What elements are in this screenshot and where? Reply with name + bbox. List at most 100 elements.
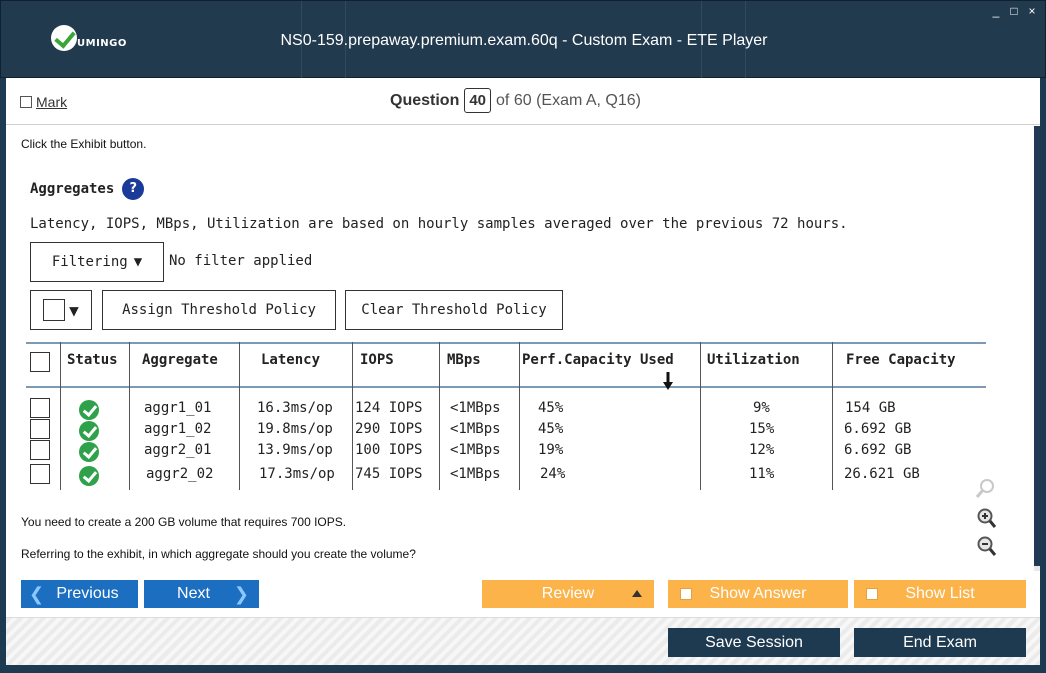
cell-iops: 124 IOPS	[355, 400, 423, 416]
show-answer-checkbox[interactable]	[680, 588, 692, 600]
question-content: Click the Exhibit button. Aggregates ? L…	[6, 126, 1034, 571]
cell-mbps: <1MBps	[450, 421, 501, 437]
cell-perf: 19%	[538, 442, 564, 458]
title-bar: UMINGO NS0-159.prepaway.premium.exam.60q…	[0, 0, 1046, 79]
dropdown-arrow-icon: ▼	[133, 254, 143, 270]
col-iops: IOPS	[360, 352, 394, 368]
table-row: aggr2_02 17.3ms/op 745 IOPS <1MBps 24% 1…	[26, 464, 986, 486]
cell-aggregate: aggr2_01	[144, 442, 212, 458]
chevron-right-icon: ❯	[233, 583, 249, 604]
status-ok-icon	[79, 400, 99, 420]
frame-bottom	[0, 665, 1046, 673]
row-checkbox	[30, 398, 50, 418]
review-label: Review	[541, 585, 595, 602]
col-mbps: MBps	[447, 352, 481, 368]
cell-mbps: <1MBps	[450, 442, 501, 458]
cell-free: 6.692 GB	[844, 442, 912, 458]
cell-latency: 16.3ms/op	[257, 400, 333, 416]
next-button[interactable]: Next ❯	[144, 580, 259, 608]
col-aggregate: Aggregate	[142, 352, 218, 368]
aggregates-table: Status Aggregate Latency IOPS MBps Perf.…	[26, 342, 986, 490]
show-list-label: Show List	[905, 585, 975, 602]
filtering-label: Filtering	[51, 254, 128, 270]
mark-checkbox-box[interactable]	[20, 96, 32, 108]
cell-latency: 13.9ms/op	[257, 442, 333, 458]
show-answer-button[interactable]: Show Answer	[668, 580, 848, 608]
review-button[interactable]: Review	[482, 580, 654, 608]
cell-free: 154 GB	[845, 400, 896, 416]
exhibit-description: Latency, IOPS, MBps, Utilization are bas…	[30, 216, 848, 232]
navigation-bar: ❮ Previous Next ❯ Review Show Answer Sho…	[6, 571, 1040, 617]
status-ok-icon	[79, 466, 99, 486]
cell-util: 11%	[749, 466, 775, 482]
window-title: NS0-159.prepaway.premium.exam.60q - Cust…	[280, 32, 768, 49]
cell-free: 6.692 GB	[844, 421, 912, 437]
zoom-in-icon[interactable]	[972, 504, 1000, 532]
row-checkbox	[30, 464, 50, 484]
question-header: Mark Question 40 of 60 (Exam A, Q16)	[6, 78, 1040, 125]
header-checkbox	[30, 352, 50, 372]
status-ok-icon	[79, 421, 99, 441]
show-list-checkbox[interactable]	[866, 588, 878, 600]
question-text-1: You need to create a 200 GB volume that …	[21, 515, 347, 529]
cell-latency: 19.8ms/op	[257, 421, 333, 437]
col-free-capacity: Free Capacity	[846, 352, 956, 368]
frame-right	[1040, 78, 1046, 673]
end-exam-button[interactable]: End Exam	[854, 628, 1026, 657]
sort-down-icon	[663, 372, 673, 390]
question-number-input[interactable]: 40	[464, 88, 492, 113]
cell-mbps: <1MBps	[450, 466, 501, 482]
cell-free: 26.621 GB	[844, 466, 920, 482]
help-icon: ?	[122, 178, 145, 200]
show-answer-label: Show Answer	[709, 585, 807, 602]
cell-mbps: <1MBps	[450, 400, 501, 416]
cell-aggregate: aggr1_02	[144, 421, 212, 437]
previous-label: Previous	[56, 585, 119, 602]
cell-aggregate: aggr1_01	[144, 400, 212, 416]
cell-iops: 745 IOPS	[355, 466, 423, 482]
clear-threshold-policy-button: Clear Threshold Policy	[345, 290, 563, 330]
cell-iops: 100 IOPS	[355, 442, 423, 458]
mark-checkbox[interactable]: Mark	[20, 94, 67, 110]
cell-latency: 17.3ms/op	[259, 466, 335, 482]
filtering-dropdown: Filtering ▼	[30, 242, 164, 282]
previous-button[interactable]: ❮ Previous	[21, 580, 138, 608]
zoom-out-icon[interactable]	[972, 532, 1000, 560]
dropdown-arrow-icon: ▼	[69, 300, 79, 320]
aggregates-title: Aggregates ?	[30, 178, 145, 200]
status-ok-icon	[79, 442, 99, 462]
zoom-reset-icon[interactable]	[972, 474, 1000, 502]
col-perf-capacity-used: Perf.Capacity Used	[522, 352, 674, 368]
content-scrollbar-thumb[interactable]	[1034, 126, 1040, 566]
select-all-dropdown: ▼	[30, 290, 92, 330]
filter-status: No filter applied	[169, 253, 313, 269]
window-controls: _ □ ×	[991, 5, 1037, 17]
exhibit-instruction: Click the Exhibit button.	[21, 137, 147, 151]
cell-perf: 24%	[540, 466, 566, 482]
close-icon[interactable]: ×	[1027, 5, 1037, 17]
assign-threshold-policy-button: Assign Threshold Policy	[102, 290, 336, 330]
row-checkbox	[30, 440, 50, 460]
caret-up-icon	[632, 590, 642, 597]
cell-util: 12%	[749, 442, 775, 458]
mark-label: Mark	[36, 94, 68, 110]
show-list-button[interactable]: Show List	[854, 580, 1026, 608]
aggregates-title-text: Aggregates	[30, 181, 115, 197]
table-row: aggr2_01 13.9ms/op 100 IOPS <1MBps 19% 1…	[26, 440, 986, 462]
session-bar: Save Session End Exam	[6, 617, 1040, 665]
col-utilization: Utilization	[707, 352, 800, 368]
chevron-left-icon: ❮	[29, 583, 45, 604]
cell-perf: 45%	[538, 400, 564, 416]
minimize-icon[interactable]: _	[991, 5, 1001, 17]
maximize-icon[interactable]: □	[1009, 5, 1019, 17]
question-label: Question	[390, 91, 460, 109]
save-session-button[interactable]: Save Session	[668, 628, 840, 657]
cell-aggregate: aggr2_02	[146, 466, 214, 482]
cell-util: 9%	[753, 400, 770, 416]
row-checkbox	[30, 419, 50, 439]
question-total: of 60 (Exam A, Q16)	[496, 91, 641, 109]
col-latency: Latency	[261, 352, 321, 368]
table-row: aggr1_01 16.3ms/op 124 IOPS <1MBps 45% 9…	[26, 398, 986, 420]
col-status: Status	[67, 352, 118, 368]
cell-iops: 290 IOPS	[355, 421, 423, 437]
